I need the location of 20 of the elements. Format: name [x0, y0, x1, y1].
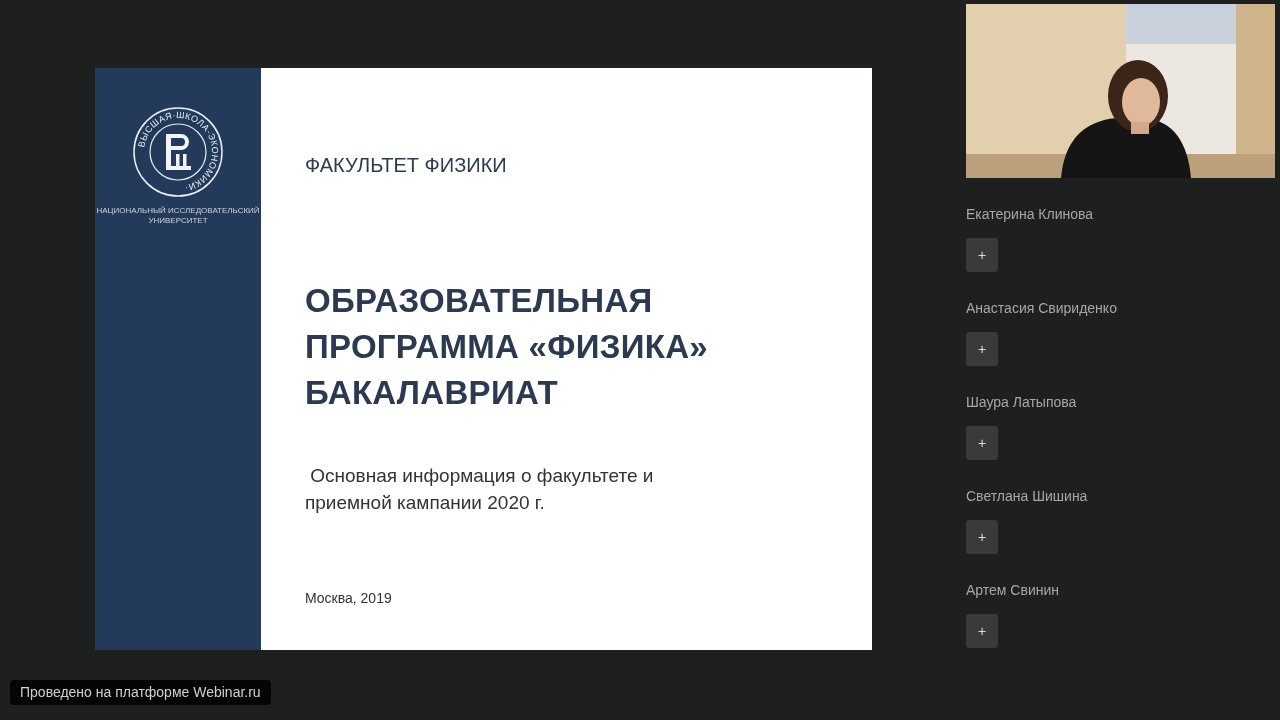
participant-name: Анастасия Свириденко — [966, 299, 1118, 318]
add-button[interactable]: + — [966, 426, 998, 460]
add-button[interactable]: + — [966, 332, 998, 366]
participant-name: Екатерина Клинова — [966, 205, 1095, 224]
participant-name: Артем Свинин — [966, 581, 1061, 600]
slide-title: БАКАЛАВРИАТ — [305, 373, 559, 413]
participant-name: Шаура Латыпова — [966, 393, 1078, 412]
logo-caption: УНИВЕРСИТЕТ — [147, 216, 209, 226]
slide-subtitle: Основная информация о факультете и — [309, 464, 655, 488]
add-button[interactable]: + — [966, 614, 998, 648]
platform-badge: Проведено на платформе Webinar.ru — [10, 680, 271, 705]
slide-title: ПРОГРАММА «ФИЗИКА» — [305, 327, 709, 367]
slide-footer: Москва, 2019 — [305, 588, 872, 609]
slide-subtitle: приемной кампании 2020 г. — [305, 491, 546, 515]
faculty-heading: ФАКУЛЬТЕТ ФИЗИКИ — [305, 153, 508, 178]
participant-name: Светлана Шишина — [966, 487, 1089, 506]
slide-title: ОБРАЗОВАТЕЛЬНАЯ — [305, 281, 654, 321]
logo-caption: НАЦИОНАЛЬНЫЙ ИССЛЕДОВАТЕЛЬСКИЙ — [96, 206, 260, 216]
add-button[interactable]: + — [966, 520, 998, 554]
add-button[interactable]: + — [966, 238, 998, 272]
